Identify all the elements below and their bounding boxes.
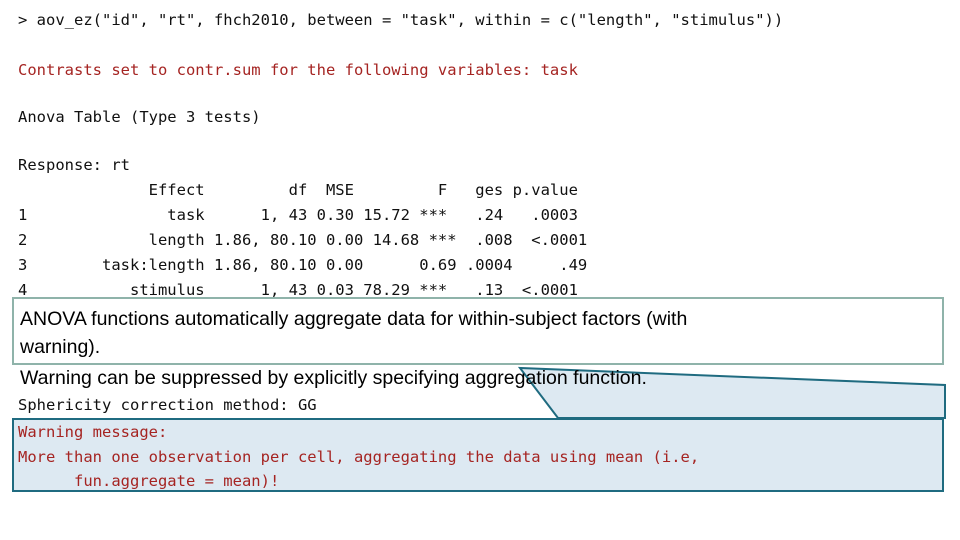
annotation-line-1: ANOVA functions automatically aggregate …	[20, 308, 688, 330]
contrasts-note: Contrasts set to contr.sum for the follo…	[18, 61, 578, 79]
sphericity-correction-line: Sphericity correction method: GG	[18, 396, 317, 414]
table-header-row: Effect df MSE F ges p.value	[18, 181, 578, 199]
console-command-line: > aov_ez("id", "rt", fhch2010, between =…	[18, 11, 784, 29]
table-row: 2 length 1.86, 80.10 0.00 14.68 *** .008…	[18, 231, 588, 249]
console-screenshot: > aov_ez("id", "rt", fhch2010, between =…	[0, 0, 960, 540]
warning-line-2: More than one observation per cell, aggr…	[18, 448, 700, 466]
anova-table: Effect df MSE F ges p.value 1 task 1, 43…	[18, 178, 587, 303]
warning-line-1: Warning message:	[18, 423, 168, 441]
response-label: Response: rt	[18, 156, 130, 174]
annotation-line-3: Warning can be suppressed by explicitly …	[20, 367, 647, 389]
table-row: 3 task:length 1.86, 80.10 0.00 0.69 .000…	[18, 256, 588, 274]
table-row: 1 task 1, 43 0.30 15.72 *** .24 .0003	[18, 206, 578, 224]
warning-line-3: fun.aggregate = mean)!	[18, 472, 280, 490]
anova-table-title: Anova Table (Type 3 tests)	[18, 108, 261, 126]
annotation-line-2: warning).	[20, 336, 101, 358]
